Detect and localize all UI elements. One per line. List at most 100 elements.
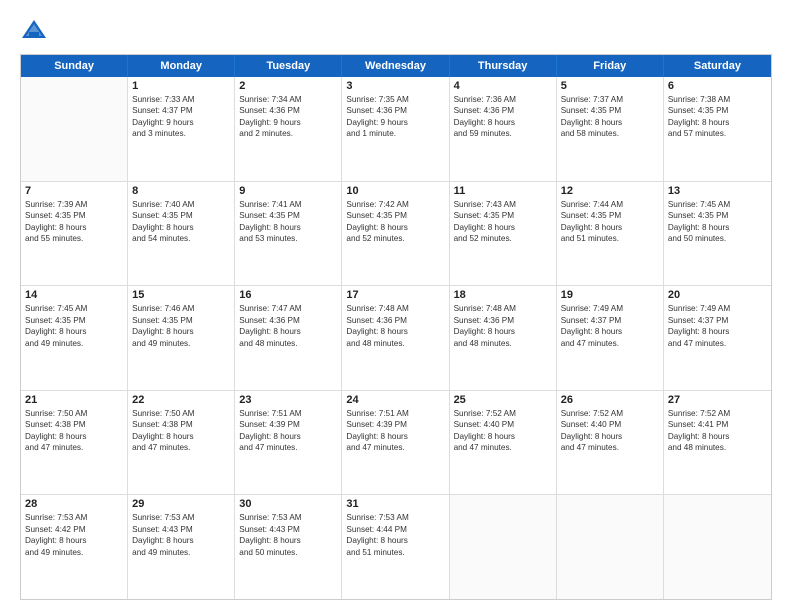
day-number: 12 xyxy=(561,185,659,197)
cell-line: and 47 minutes. xyxy=(239,442,337,453)
cell-line: Sunset: 4:40 PM xyxy=(561,419,659,430)
cell-line: and 52 minutes. xyxy=(346,233,444,244)
cell-line: Sunrise: 7:33 AM xyxy=(132,94,230,105)
day-number: 8 xyxy=(132,185,230,197)
cell-line: Sunset: 4:36 PM xyxy=(454,105,552,116)
day-cell-26: 26Sunrise: 7:52 AMSunset: 4:40 PMDayligh… xyxy=(557,391,664,495)
cell-line: Sunrise: 7:39 AM xyxy=(25,199,123,210)
cell-line: Daylight: 9 hours xyxy=(132,117,230,128)
cell-line: Sunset: 4:36 PM xyxy=(346,105,444,116)
cell-line: and 48 minutes. xyxy=(454,338,552,349)
cell-line: Daylight: 8 hours xyxy=(25,222,123,233)
day-number: 18 xyxy=(454,289,552,301)
cell-line: Daylight: 8 hours xyxy=(239,431,337,442)
cell-line: Sunrise: 7:43 AM xyxy=(454,199,552,210)
cell-line: Sunset: 4:40 PM xyxy=(454,419,552,430)
day-cell-15: 15Sunrise: 7:46 AMSunset: 4:35 PMDayligh… xyxy=(128,286,235,390)
cell-line: Daylight: 8 hours xyxy=(132,431,230,442)
day-number: 2 xyxy=(239,80,337,92)
cell-line: Sunrise: 7:48 AM xyxy=(454,303,552,314)
cell-line: Sunset: 4:35 PM xyxy=(668,105,767,116)
cell-line: Sunset: 4:35 PM xyxy=(668,210,767,221)
cell-line: and 1 minute. xyxy=(346,128,444,139)
cell-line: Sunset: 4:39 PM xyxy=(346,419,444,430)
cell-line: and 47 minutes. xyxy=(346,442,444,453)
cell-line: Daylight: 8 hours xyxy=(561,222,659,233)
cell-line: Daylight: 8 hours xyxy=(668,117,767,128)
day-number: 21 xyxy=(25,394,123,406)
calendar-body: 1Sunrise: 7:33 AMSunset: 4:37 PMDaylight… xyxy=(21,77,771,599)
cell-line: and 51 minutes. xyxy=(561,233,659,244)
day-cell-22: 22Sunrise: 7:50 AMSunset: 4:38 PMDayligh… xyxy=(128,391,235,495)
cell-line: Sunrise: 7:35 AM xyxy=(346,94,444,105)
cell-line: Sunset: 4:36 PM xyxy=(346,315,444,326)
cell-line: and 51 minutes. xyxy=(346,547,444,558)
weekday-header-saturday: Saturday xyxy=(664,55,771,77)
cell-line: Sunset: 4:35 PM xyxy=(346,210,444,221)
weekday-header-sunday: Sunday xyxy=(21,55,128,77)
day-cell-29: 29Sunrise: 7:53 AMSunset: 4:43 PMDayligh… xyxy=(128,495,235,599)
cell-line: Daylight: 8 hours xyxy=(454,117,552,128)
day-number: 31 xyxy=(346,498,444,510)
empty-cell-0-0 xyxy=(21,77,128,181)
weekday-header-tuesday: Tuesday xyxy=(235,55,342,77)
day-cell-27: 27Sunrise: 7:52 AMSunset: 4:41 PMDayligh… xyxy=(664,391,771,495)
cell-line: and 54 minutes. xyxy=(132,233,230,244)
cell-line: and 48 minutes. xyxy=(668,442,767,453)
cell-line: Sunrise: 7:42 AM xyxy=(346,199,444,210)
cell-line: Sunset: 4:42 PM xyxy=(25,524,123,535)
day-number: 14 xyxy=(25,289,123,301)
cell-line: Daylight: 8 hours xyxy=(454,222,552,233)
cell-line: and 53 minutes. xyxy=(239,233,337,244)
cell-line: Daylight: 8 hours xyxy=(561,117,659,128)
cell-line: Daylight: 8 hours xyxy=(239,326,337,337)
cell-line: Sunset: 4:35 PM xyxy=(561,105,659,116)
logo-icon xyxy=(20,16,48,44)
cell-line: Daylight: 8 hours xyxy=(132,535,230,546)
cell-line: Sunrise: 7:50 AM xyxy=(25,408,123,419)
header xyxy=(20,16,772,44)
page: SundayMondayTuesdayWednesdayThursdayFrid… xyxy=(0,0,792,612)
empty-cell-4-5 xyxy=(557,495,664,599)
day-number: 30 xyxy=(239,498,337,510)
cell-line: Sunrise: 7:52 AM xyxy=(454,408,552,419)
cell-line: Sunset: 4:35 PM xyxy=(132,315,230,326)
day-cell-4: 4Sunrise: 7:36 AMSunset: 4:36 PMDaylight… xyxy=(450,77,557,181)
day-cell-20: 20Sunrise: 7:49 AMSunset: 4:37 PMDayligh… xyxy=(664,286,771,390)
cell-line: Sunset: 4:37 PM xyxy=(561,315,659,326)
calendar-row-3: 14Sunrise: 7:45 AMSunset: 4:35 PMDayligh… xyxy=(21,285,771,390)
cell-line: Sunrise: 7:44 AM xyxy=(561,199,659,210)
day-cell-9: 9Sunrise: 7:41 AMSunset: 4:35 PMDaylight… xyxy=(235,182,342,286)
cell-line: and 52 minutes. xyxy=(454,233,552,244)
day-number: 4 xyxy=(454,80,552,92)
day-number: 29 xyxy=(132,498,230,510)
cell-line: Sunrise: 7:45 AM xyxy=(668,199,767,210)
day-number: 20 xyxy=(668,289,767,301)
calendar-row-1: 1Sunrise: 7:33 AMSunset: 4:37 PMDaylight… xyxy=(21,77,771,181)
weekday-header-friday: Friday xyxy=(557,55,664,77)
cell-line: Sunrise: 7:53 AM xyxy=(132,512,230,523)
cell-line: Sunrise: 7:46 AM xyxy=(132,303,230,314)
day-cell-28: 28Sunrise: 7:53 AMSunset: 4:42 PMDayligh… xyxy=(21,495,128,599)
cell-line: Sunset: 4:39 PM xyxy=(239,419,337,430)
day-cell-7: 7Sunrise: 7:39 AMSunset: 4:35 PMDaylight… xyxy=(21,182,128,286)
cell-line: Daylight: 8 hours xyxy=(346,222,444,233)
cell-line: and 49 minutes. xyxy=(132,338,230,349)
cell-line: Sunrise: 7:37 AM xyxy=(561,94,659,105)
day-cell-11: 11Sunrise: 7:43 AMSunset: 4:35 PMDayligh… xyxy=(450,182,557,286)
cell-line: Daylight: 8 hours xyxy=(346,431,444,442)
cell-line: Sunrise: 7:41 AM xyxy=(239,199,337,210)
cell-line: Sunrise: 7:49 AM xyxy=(561,303,659,314)
cell-line: Sunrise: 7:53 AM xyxy=(25,512,123,523)
day-number: 22 xyxy=(132,394,230,406)
cell-line: and 57 minutes. xyxy=(668,128,767,139)
cell-line: Daylight: 8 hours xyxy=(561,326,659,337)
cell-line: and 47 minutes. xyxy=(561,442,659,453)
cell-line: and 50 minutes. xyxy=(668,233,767,244)
day-number: 5 xyxy=(561,80,659,92)
day-number: 28 xyxy=(25,498,123,510)
day-cell-1: 1Sunrise: 7:33 AMSunset: 4:37 PMDaylight… xyxy=(128,77,235,181)
day-cell-31: 31Sunrise: 7:53 AMSunset: 4:44 PMDayligh… xyxy=(342,495,449,599)
cell-line: Daylight: 9 hours xyxy=(346,117,444,128)
day-cell-8: 8Sunrise: 7:40 AMSunset: 4:35 PMDaylight… xyxy=(128,182,235,286)
